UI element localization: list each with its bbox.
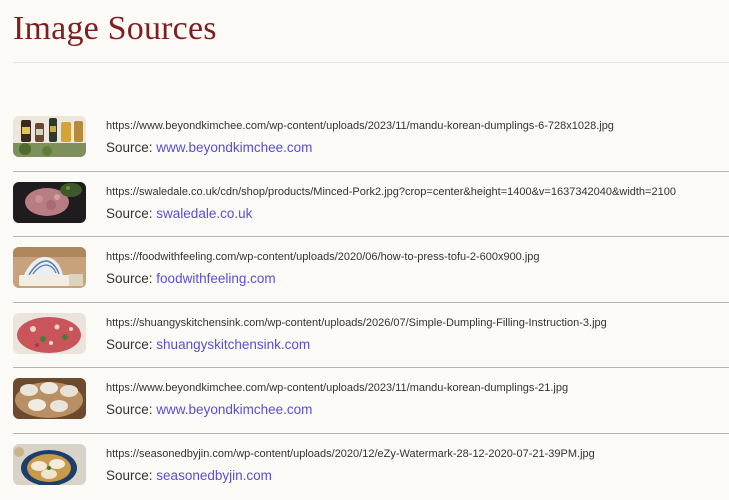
source-label: Source:: [106, 271, 153, 286]
list-item: https://www.beyondkimchee.com/wp-content…: [13, 106, 729, 172]
image-url: https://www.beyondkimchee.com/wp-content…: [106, 382, 569, 394]
source-link[interactable]: seasonedbyjin.com: [156, 468, 272, 483]
source-line: Source: www.beyondkimchee.com: [106, 140, 312, 155]
pressed-tofu-thumbnail[interactable]: [13, 247, 86, 288]
source-label: Source:: [106, 402, 153, 417]
source-label: Source:: [106, 140, 153, 155]
image-url: https://swaledale.co.uk/cdn/shop/product…: [106, 185, 676, 198]
sauce-bottles-thumbnail[interactable]: [13, 116, 86, 157]
list-item: https://www.beyondkimchee.com/wp-content…: [13, 368, 729, 434]
source-link[interactable]: www.beyondkimchee.com: [156, 140, 312, 155]
source-label: Source:: [106, 205, 153, 221]
page-title: Image Sources: [13, 10, 217, 47]
source-link[interactable]: swaledale.co.uk: [156, 206, 252, 221]
image-url: https://shuangyskitchensink.com/wp-conte…: [106, 316, 607, 329]
image-url: https://foodwithfeeling.com/wp-content/u…: [106, 251, 540, 263]
source-label: Source:: [106, 336, 153, 352]
list-item: https://swaledale.co.uk/cdn/shop/product…: [13, 172, 729, 237]
source-link[interactable]: shuangyskitchensink.com: [156, 337, 310, 352]
source-link[interactable]: www.beyondkimchee.com: [156, 402, 312, 417]
source-line: Source: seasonedbyjin.com: [106, 468, 272, 483]
minced-pork-thumbnail[interactable]: [13, 181, 86, 223]
dumplings-steamer-thumbnail[interactable]: [13, 378, 86, 419]
source-line: Source: foodwithfeeling.com: [106, 271, 276, 286]
source-line: Source: swaledale.co.uk: [106, 206, 252, 221]
source-label: Source:: [106, 467, 153, 483]
source-line: Source: www.beyondkimchee.com: [106, 402, 312, 417]
image-url: https://seasonedbyjin.com/wp-content/upl…: [106, 447, 595, 460]
title-divider: [13, 62, 729, 63]
image-source-list: https://www.beyondkimchee.com/wp-content…: [13, 106, 729, 499]
source-link[interactable]: foodwithfeeling.com: [156, 271, 275, 286]
list-item: https://shuangyskitchensink.com/wp-conte…: [13, 303, 729, 368]
dumplings-bowl-thumbnail[interactable]: [13, 443, 86, 485]
list-item: https://seasonedbyjin.com/wp-content/upl…: [13, 434, 729, 500]
image-url: https://www.beyondkimchee.com/wp-content…: [106, 120, 614, 132]
dumpling-filling-thumbnail[interactable]: [13, 312, 86, 354]
source-line: Source: shuangyskitchensink.com: [106, 337, 310, 352]
list-item: https://foodwithfeeling.com/wp-content/u…: [13, 237, 729, 303]
